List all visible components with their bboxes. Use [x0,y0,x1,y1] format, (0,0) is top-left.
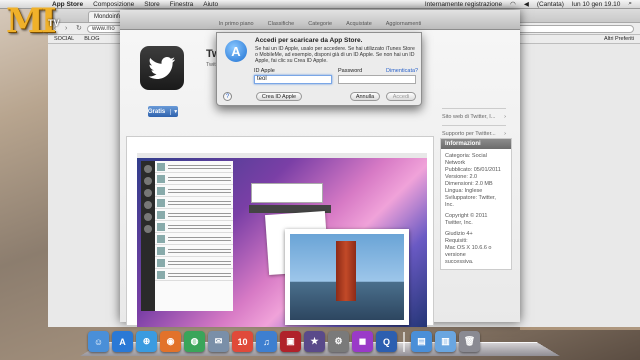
password-input[interactable] [338,75,416,84]
downloads-icon[interactable]: ▤ [411,331,432,352]
menu-aiuto[interactable]: Aiuto [203,1,218,8]
dialog-message: Se hai un ID Apple, usalo per accedere. … [255,46,415,65]
menubar: App Store Composizione Store Finestra Ai… [0,0,640,9]
side-links: Sito web di Twitter, I... › Supporto per … [442,108,506,142]
bookmark-blog[interactable]: BLOG [84,36,99,42]
free-button[interactable]: Gratis ▼ [148,106,178,117]
mail-icon[interactable]: ✉ [208,331,229,352]
quicktime-icon[interactable]: Q [376,331,397,352]
channel-logo: MI TV [6,1,68,41]
info-heading: Informazioni [441,139,511,149]
logo-letters: MI [6,1,57,41]
create-apple-id-button[interactable]: Crea ID Apple [256,92,302,101]
screenshot-menubar [137,153,427,158]
info-line: Versione: 2.0 [445,174,478,180]
link-website[interactable]: Sito web di Twitter, I... › [442,108,506,125]
info-line: Copyright © 2011 [445,213,488,219]
info-line: Categoria: Social [445,153,487,159]
sign-in-button[interactable]: Accedi [386,92,416,101]
tab-top-charts[interactable]: Classifiche [268,21,295,27]
ical-icon[interactable]: 10 [232,331,253,352]
app-developer: Twit [206,62,216,68]
itunes-icon[interactable]: ♫ [256,331,277,352]
safari-icon[interactable]: ⊕ [136,331,157,352]
free-button-label: Gratis [147,108,166,115]
reload-icon[interactable]: ↻ [76,25,83,32]
wifi-icon[interactable]: ◠ [510,0,516,8]
bird-icon [148,57,175,79]
apple-id-input[interactable]: teol [254,75,332,84]
logo-tv: TV [48,18,60,28]
app-screenshot[interactable] [137,153,427,327]
info-line: Pubblicato: 05/01/2011 [445,167,501,173]
spotlight-icon[interactable]: ⌕ [628,0,632,8]
screenshot-photo [285,229,409,325]
info-line: successiva. [445,259,474,265]
info-line: Sviluppatore: Twitter, [445,195,496,201]
info-line: Giudizio 4+ [445,231,473,237]
twitter-app-icon [140,46,184,90]
input-mode[interactable]: (Cantata) [537,1,564,8]
chevron-down-icon[interactable]: ▼ [170,108,178,115]
finder-icon[interactable]: ☺ [88,331,109,352]
tab-purchased[interactable]: Acquistate [346,21,372,27]
dock: ☺ A ⊕ ◉ ◍ ✉ 10 ♫ ▣ ★ ⚙ ◼ Q ▤ ▥ 🗑 [88,326,558,352]
chevron-right-icon: › [504,114,506,120]
app-store-icon[interactable]: A [112,331,133,352]
tab-featured[interactable]: In primo piano [219,21,254,27]
app-screenshot-frame [126,136,434,327]
info-line: Network [445,160,466,166]
chrome-icon[interactable]: ◍ [184,331,205,352]
menu-store[interactable]: Store [144,1,160,8]
info-line: Twitter, Inc. [445,220,473,226]
info-panel: Informazioni Categoria: Social Network P… [440,138,512,270]
app-store-toolbar: In primo piano Classifiche Categorie Acq… [120,10,520,30]
password-label: Password [338,68,363,74]
help-button[interactable]: ? [223,92,232,101]
tab-categories[interactable]: Categorie [308,21,332,27]
dvd-icon[interactable]: ◼ [352,331,373,352]
cancel-button[interactable]: Annulla [350,92,380,101]
menu-composizione[interactable]: Composizione [93,1,134,8]
apple-id-label: ID Apple [254,68,275,74]
bookmark-other[interactable]: Altri Preferiti [604,36,634,42]
clock[interactable]: lun 10 gen 19.10 [572,1,620,8]
info-line: Inc. [445,202,454,208]
dock-separator [403,332,405,352]
screenshot-message-popup [251,183,323,203]
tab-updates[interactable]: Aggiornamenti [386,21,421,27]
documents-icon[interactable]: ▥ [435,331,456,352]
photo-booth-icon[interactable]: ▣ [280,331,301,352]
trash-icon[interactable]: 🗑 [459,331,480,352]
firefox-icon[interactable]: ◉ [160,331,181,352]
imovie-icon[interactable]: ★ [304,331,325,352]
menubar-status: Internamente registrazione ◠ ◀ (Cantata)… [425,0,632,8]
screenshot-sidebar [141,161,155,311]
info-line: Mac OS X 10.6.6 o versione [445,245,492,258]
info-line: Requisiti: [445,238,468,244]
recording-status[interactable]: Internamente registrazione [425,1,502,8]
dialog-title: Accedi per scaricare da App Store. [255,37,363,44]
info-line: Dimensioni: 2.0 MB [445,181,493,187]
system-preferences-icon[interactable]: ⚙ [328,331,349,352]
info-line: Lingua: Inglese [445,188,483,194]
menu-finestra[interactable]: Finestra [170,1,193,8]
chevron-right-icon: › [504,131,506,137]
screenshot-timeline [155,161,233,311]
app-store-icon: A [225,40,247,62]
volume-icon[interactable]: ◀ [524,0,529,8]
forgot-password-link[interactable]: Dimenticata? [386,68,418,74]
